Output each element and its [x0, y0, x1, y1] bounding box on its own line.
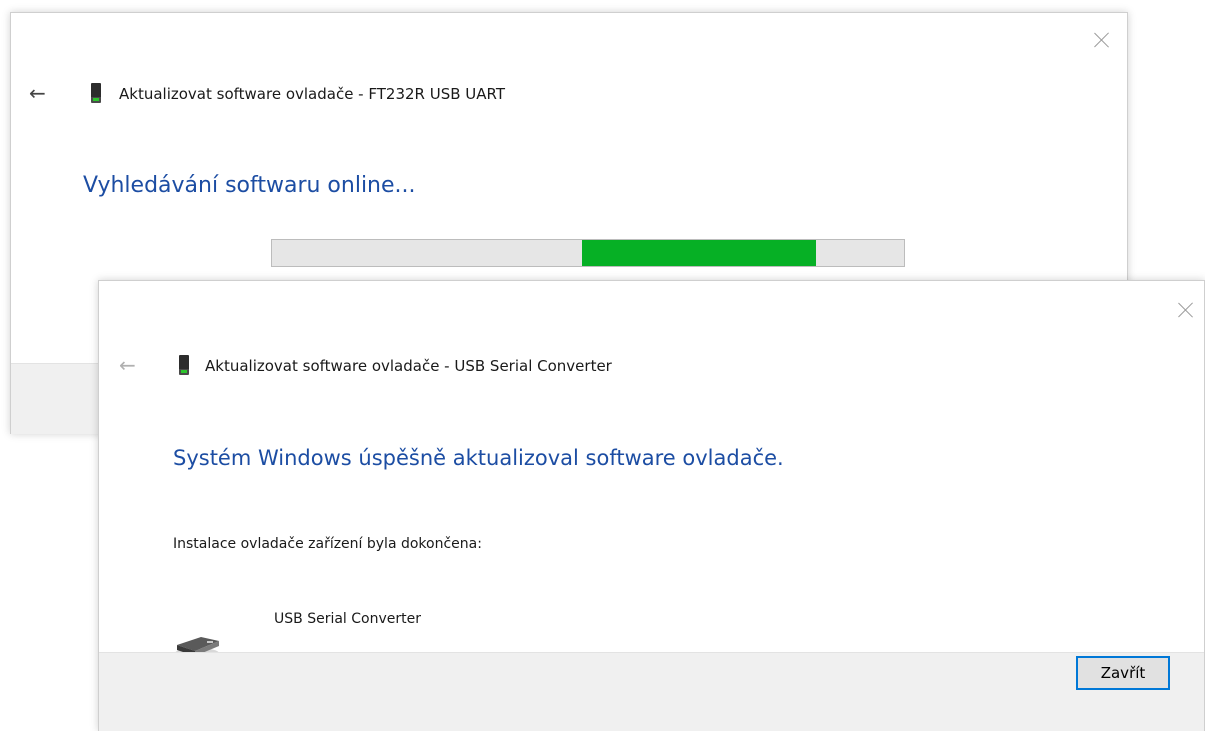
dialog-title: Aktualizovat software ovladače - USB Ser…: [205, 357, 612, 375]
usb-device-icon: [91, 83, 101, 103]
close-icon[interactable]: [1175, 299, 1197, 321]
status-heading: Vyhledávání softwaru online...: [83, 173, 416, 198]
back-arrow-icon[interactable]: ←: [29, 83, 46, 103]
dialog-title: Aktualizovat software ovladače - FT232R …: [119, 85, 506, 103]
close-icon[interactable]: [1091, 29, 1113, 51]
success-heading: Systém Windows úspěšně aktualizoval soft…: [173, 446, 784, 470]
progress-bar-fill: [581, 240, 816, 266]
back-arrow-icon[interactable]: ←: [119, 355, 136, 375]
dialog-footer: [99, 652, 1204, 731]
close-button[interactable]: Zavřít: [1076, 656, 1170, 690]
progress-bar: [271, 239, 905, 267]
usb-device-icon: [179, 355, 189, 375]
completion-message: Instalace ovladače zařízení byla dokonče…: [173, 536, 482, 552]
device-name: USB Serial Converter: [274, 611, 421, 627]
dialog-update-driver-usb-serial: ← Aktualizovat software ovladače - USB S…: [98, 280, 1205, 731]
